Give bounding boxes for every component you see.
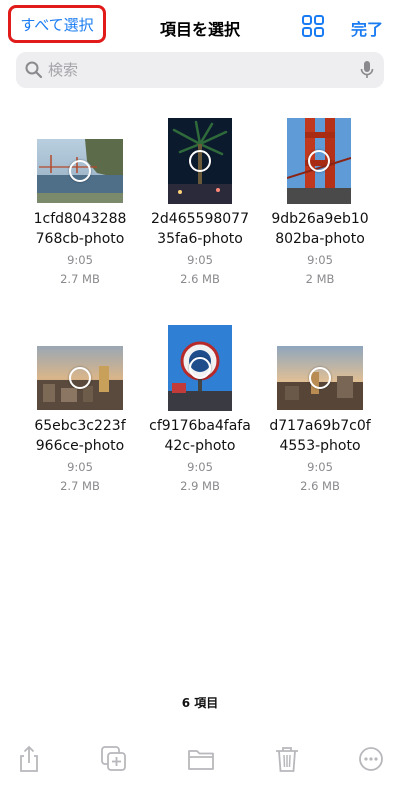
file-name-line2: 966ce-photo	[35, 438, 125, 454]
search-input[interactable]	[48, 52, 348, 88]
file-size: 2.9 MB	[180, 479, 220, 493]
file-time: 9:05	[67, 460, 93, 474]
file-size: 2.6 MB	[180, 272, 220, 286]
trash-icon[interactable]	[272, 744, 302, 774]
grid-view-icon[interactable]	[302, 15, 324, 37]
selection-circle-icon[interactable]	[308, 150, 330, 172]
select-all-button[interactable]: すべて選択	[8, 5, 106, 43]
file-thumbnail	[37, 139, 123, 203]
file-name-line2: 42c-photo	[164, 438, 236, 454]
file-name-line1: 2d465598077	[151, 211, 249, 227]
file-size: 2 MB	[305, 272, 335, 286]
file-time: 9:05	[187, 253, 213, 267]
file-name-line1: d717a69b7c0f	[269, 418, 371, 434]
file-item[interactable]: cf9176ba4fafa 42c-photo 9:05 2.9 MB	[135, 322, 265, 512]
file-item[interactable]: 1cfd8043288 768cb-photo 9:05 2.7 MB	[15, 115, 145, 305]
file-item[interactable]: 9db26a9eb10 802ba-photo 9:05 2 MB	[255, 115, 385, 305]
selection-circle-icon[interactable]	[309, 367, 331, 389]
file-item[interactable]: 2d465598077 35fa6-photo 9:05 2.6 MB	[135, 115, 265, 305]
file-thumbnail	[287, 118, 351, 204]
share-icon[interactable]	[14, 744, 44, 774]
file-thumbnail	[168, 325, 232, 411]
file-thumbnail	[168, 118, 232, 204]
selection-circle-icon[interactable]	[189, 357, 211, 379]
file-item[interactable]: d717a69b7c0f 4553-photo 9:05 2.6 MB	[255, 322, 385, 512]
search-icon	[25, 61, 43, 79]
duplicate-icon[interactable]	[99, 744, 129, 774]
folder-icon[interactable]	[186, 744, 216, 774]
file-name-line2: 802ba-photo	[275, 231, 365, 247]
selection-circle-icon[interactable]	[189, 150, 211, 172]
file-time: 9:05	[307, 253, 333, 267]
file-size: 2.7 MB	[60, 479, 100, 493]
file-thumbnail	[277, 346, 363, 410]
file-name-line1: 1cfd8043288	[33, 211, 127, 227]
file-thumbnail	[37, 346, 123, 410]
file-name-line1: 65ebc3c223f	[34, 418, 126, 434]
file-name-line1: cf9176ba4fafa	[149, 418, 251, 434]
file-item[interactable]: 65ebc3c223f 966ce-photo 9:05 2.7 MB	[15, 322, 145, 512]
file-time: 9:05	[67, 253, 93, 267]
file-name-line2: 4553-photo	[279, 438, 361, 454]
microphone-icon[interactable]	[360, 60, 374, 80]
file-time: 9:05	[307, 460, 333, 474]
file-time: 9:05	[187, 460, 213, 474]
file-name-line2: 768cb-photo	[35, 231, 125, 247]
file-name-line1: 9db26a9eb10	[271, 211, 369, 227]
top-bar: すべて選択 項目を選択 完了	[0, 0, 400, 52]
item-count: 6 項目	[181, 696, 219, 710]
more-icon[interactable]	[356, 744, 386, 774]
file-size: 2.6 MB	[300, 479, 340, 493]
done-button[interactable]: 完了	[351, 16, 383, 40]
search-bar	[16, 52, 384, 88]
selection-circle-icon[interactable]	[69, 160, 91, 182]
selection-circle-icon[interactable]	[69, 367, 91, 389]
file-name-line2: 35fa6-photo	[157, 231, 243, 247]
file-size: 2.7 MB	[60, 272, 100, 286]
